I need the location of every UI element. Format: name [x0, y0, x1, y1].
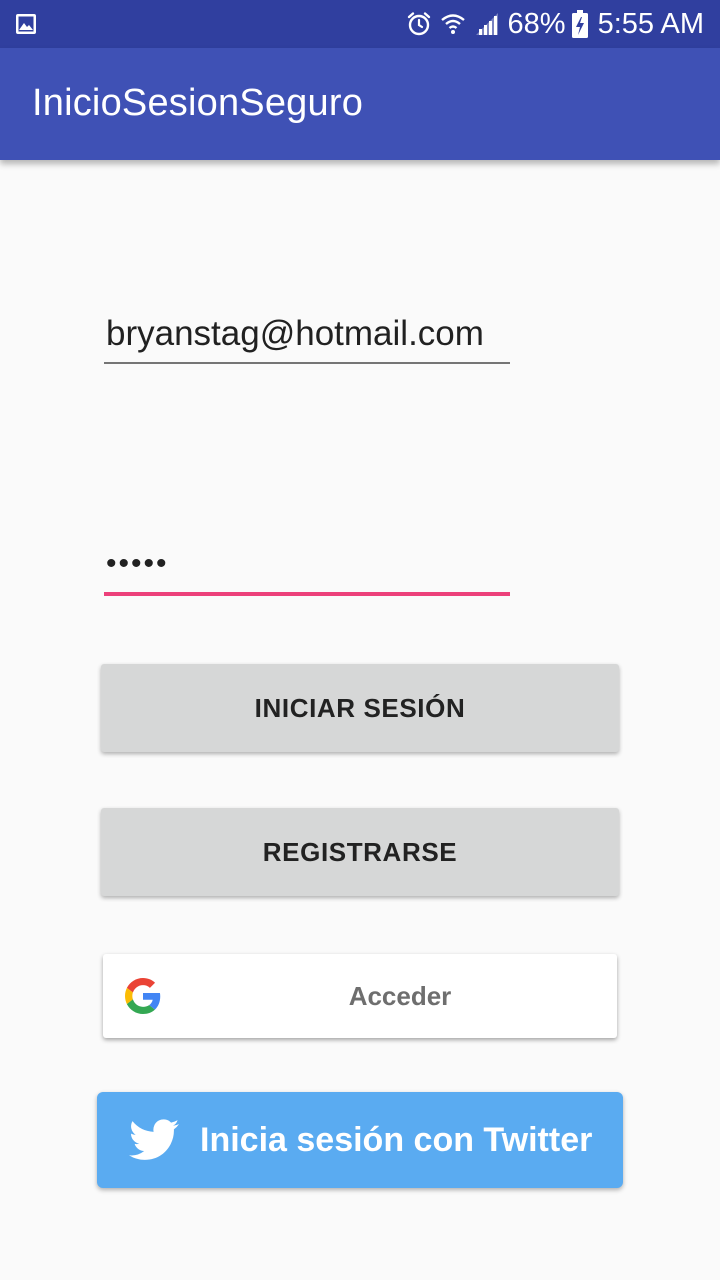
- wifi-icon: [440, 14, 465, 34]
- password-input[interactable]: •••••: [104, 540, 510, 588]
- signal-icon: [475, 13, 498, 35]
- battery-charging-icon: [571, 10, 588, 38]
- twitter-button-label: Inicia sesión con Twitter: [200, 1120, 593, 1159]
- password-underline: [104, 592, 510, 596]
- twitter-bird-icon: [129, 1119, 179, 1160]
- register-button-label: REGISTRARSE: [262, 836, 458, 867]
- battery-percent: 68%: [507, 7, 566, 40]
- email-input[interactable]: bryanstag@hotmail.com: [104, 310, 510, 358]
- status-icons: 68% 5:55 AM: [406, 0, 704, 48]
- login-button[interactable]: INICIAR SESIÓN: [101, 664, 619, 752]
- email-underline: [104, 362, 510, 364]
- google-button-label: Acceder: [348, 980, 452, 1011]
- app-bar: InicioSesionSeguro: [0, 48, 720, 160]
- login-button-label: INICIAR SESIÓN: [254, 692, 466, 723]
- register-button[interactable]: REGISTRARSE: [101, 808, 619, 896]
- screen: 68% 5:55 AM InicioSesionSeguro bryanstag…: [0, 0, 720, 1280]
- status-bar: 68% 5:55 AM: [0, 0, 720, 48]
- email-field[interactable]: bryanstag@hotmail.com: [104, 310, 510, 364]
- gallery-icon: [16, 14, 36, 34]
- alarm-icon: [407, 12, 430, 36]
- google-sign-in-button[interactable]: Acceder: [103, 954, 617, 1038]
- password-field[interactable]: •••••: [104, 540, 510, 596]
- app-title: InicioSesionSeguro: [32, 82, 364, 124]
- clock: 5:55 AM: [597, 7, 704, 40]
- twitter-sign-in-button[interactable]: Inicia sesión con Twitter: [97, 1092, 623, 1188]
